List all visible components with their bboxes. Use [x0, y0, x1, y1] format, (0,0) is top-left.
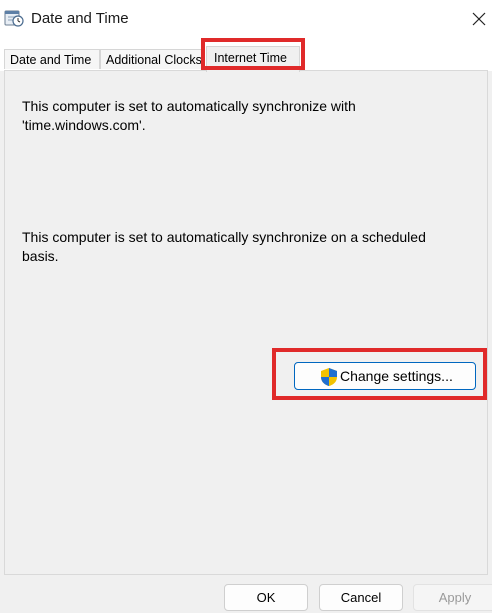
- tab-additional-clocks[interactable]: Additional Clocks: [100, 49, 204, 69]
- change-settings-button[interactable]: Change settings...: [294, 362, 476, 390]
- cancel-button[interactable]: Cancel: [319, 584, 403, 611]
- tab-internet-time[interactable]: Internet Time: [206, 46, 300, 72]
- ok-button[interactable]: OK: [224, 584, 308, 611]
- change-settings-label: Change settings...: [340, 368, 453, 384]
- internet-time-panel: [4, 70, 488, 575]
- window-title: Date and Time: [31, 10, 129, 27]
- sync-schedule-message: This computer is set to automatically sy…: [22, 229, 426, 264]
- calendar-clock-icon: [4, 7, 24, 29]
- apply-button[interactable]: Apply: [413, 584, 492, 611]
- tab-date-and-time[interactable]: Date and Time: [4, 49, 100, 69]
- sync-server-message: This computer is set to automatically sy…: [22, 98, 356, 133]
- title-bar: Date and Time: [0, 0, 492, 38]
- close-icon: [472, 12, 486, 26]
- tab-strip: Date and Time Additional Clocks Internet…: [0, 38, 492, 72]
- uac-shield-icon: [319, 367, 339, 387]
- close-button[interactable]: [466, 0, 492, 38]
